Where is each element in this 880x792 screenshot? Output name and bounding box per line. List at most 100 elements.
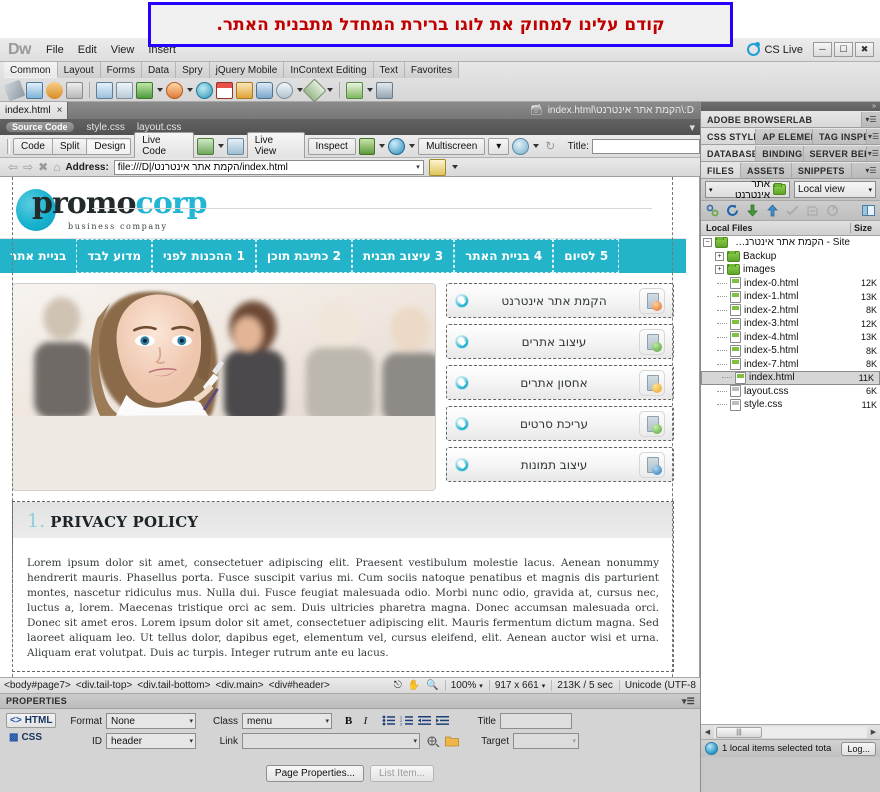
address-input[interactable]: file:///D|/הקמת אתר אינטרנט/index.html ▾: [113, 159, 424, 175]
service-item-1[interactable]: עיצוב אתרים: [446, 324, 674, 359]
images-icon[interactable]: [136, 81, 153, 99]
insert-tab-data[interactable]: Data: [141, 62, 177, 78]
files-horizontal-scrollbar[interactable]: ◀ ||| ▶: [701, 724, 880, 739]
inspect-mode-icon[interactable]: [227, 137, 244, 155]
live-code-button[interactable]: Live Code: [134, 132, 195, 160]
insert-tab-favorites[interactable]: Favorites: [404, 62, 459, 78]
tag-body[interactable]: <body#page7>: [4, 680, 71, 691]
email-link-icon[interactable]: [26, 81, 43, 99]
server-side-include-icon[interactable]: [236, 81, 253, 99]
properties-panel-menu-icon[interactable]: ▾☰: [682, 696, 700, 707]
insert-tab-jquery-mobile[interactable]: jQuery Mobile: [209, 62, 285, 78]
page-properties-button[interactable]: Page Properties...: [265, 765, 364, 782]
nav-item-6[interactable]: 5 לסיום: [553, 239, 620, 273]
split-view-button[interactable]: Split: [52, 138, 88, 154]
hscroll-left-arrow[interactable]: ◀: [701, 728, 714, 736]
point-to-file-icon[interactable]: [427, 735, 441, 748]
widget-icon[interactable]: [196, 81, 213, 99]
hscroll-thumb[interactable]: |||: [716, 726, 762, 738]
related-file-style-css[interactable]: style.css: [87, 122, 125, 133]
table-row[interactable]: index-7.html 8K: [701, 358, 880, 372]
stop-icon[interactable]: ✖: [38, 160, 48, 174]
comment-icon[interactable]: [256, 81, 273, 99]
table-row[interactable]: index-5.html 8K: [701, 344, 880, 358]
file-management-icon[interactable]: [358, 137, 376, 155]
expand-twisty-icon[interactable]: +: [715, 251, 724, 261]
table-row[interactable]: index-2.html 8K: [701, 304, 880, 318]
server-debug-icon[interactable]: [428, 158, 446, 176]
multiscreen-button[interactable]: Multiscreen: [418, 137, 486, 155]
tab-server-behaviors[interactable]: SERVER BEHA: [803, 146, 867, 161]
tag-chooser-icon[interactable]: [376, 81, 393, 99]
tag-div-main[interactable]: <div.main>: [215, 680, 263, 691]
server-debug-arrow[interactable]: [451, 165, 458, 169]
link-select[interactable]: ▾: [242, 733, 420, 749]
expand-twisty-icon[interactable]: +: [715, 265, 724, 275]
date-icon[interactable]: [216, 81, 233, 99]
bold-button[interactable]: B: [342, 715, 355, 727]
close-icon[interactable]: ×: [57, 105, 63, 116]
live-view-play-icon[interactable]: [197, 137, 215, 155]
home-icon[interactable]: ⌂: [53, 160, 60, 174]
live-view-button[interactable]: Live View: [246, 132, 305, 160]
menu-edit[interactable]: Edit: [71, 41, 104, 59]
tab-files[interactable]: FILES: [701, 163, 742, 178]
files-list[interactable]: − Site - הקמת אתר אינטרנט ... + Backup +: [701, 236, 880, 724]
css-properties-button[interactable]: ▩ CSS: [6, 731, 56, 744]
table-icon[interactable]: [96, 81, 113, 99]
hyperlink-icon[interactable]: [3, 79, 26, 101]
design-view-canvas[interactable]: promocorp business company בניית אתר מדו…: [0, 177, 700, 677]
tag-div-tail-top[interactable]: <div.tail-top>: [76, 680, 133, 691]
service-item-3[interactable]: עריכת סרטים: [446, 406, 674, 441]
page-title-input[interactable]: [591, 138, 700, 154]
id-select[interactable]: header ▾: [106, 733, 196, 749]
table-row[interactable]: index-3.html 12K: [701, 317, 880, 331]
nav-item-4[interactable]: 3 עיצוב תבנית: [351, 239, 455, 273]
window-size-selector[interactable]: 917 x 661 ▾: [488, 680, 545, 691]
source-code-chip[interactable]: Source Code: [5, 121, 75, 133]
column-local-files[interactable]: Local Files: [701, 223, 850, 233]
expand-panel-icon[interactable]: [862, 204, 875, 217]
tab-databases[interactable]: DATABASES: [701, 146, 757, 161]
collapse-twisty-icon[interactable]: −: [703, 238, 712, 248]
inspect-button[interactable]: Inspect: [307, 137, 356, 155]
visual-aids-arrow[interactable]: [532, 144, 539, 148]
service-item-4[interactable]: עיצוב תמונות: [446, 447, 674, 482]
images-dropdown-arrow[interactable]: [157, 88, 163, 92]
address-dropdown-arrow[interactable]: ▾: [416, 163, 420, 171]
select-tool-icon[interactable]: ⎋: [394, 680, 402, 691]
file-management-arrow[interactable]: [379, 144, 386, 148]
multiscreen-dropdown-button[interactable]: ▾: [488, 137, 510, 155]
nav-item-1[interactable]: מדוע לבד: [76, 239, 153, 273]
live-view-options-arrow[interactable]: [218, 144, 225, 148]
table-row[interactable]: style.css 11K: [701, 398, 880, 412]
check-in-icon[interactable]: [806, 204, 819, 217]
css-panel-menu-icon[interactable]: ▾☰: [867, 129, 880, 144]
browse-folder-icon[interactable]: [445, 735, 459, 748]
preview-in-browser-icon[interactable]: [388, 137, 406, 155]
format-select[interactable]: None ▾: [106, 713, 196, 729]
zoom-level-selector[interactable]: 100% ▾: [444, 680, 483, 691]
minimize-button[interactable]: ─: [813, 42, 832, 57]
table-row[interactable]: index-4.html 13K: [701, 331, 880, 345]
preview-browser-arrow[interactable]: [409, 144, 416, 148]
back-arrow-icon[interactable]: ⇦: [8, 160, 18, 174]
close-button[interactable]: ✖: [855, 42, 874, 57]
service-item-0[interactable]: הקמת אתר אינטרנט: [446, 283, 674, 318]
dock-collapse-bar[interactable]: »: [701, 102, 880, 111]
get-files-icon[interactable]: [746, 204, 759, 217]
tab-adobe-browserlab[interactable]: ADOBE BROWSERLAB: [701, 112, 862, 127]
unordered-list-icon[interactable]: [382, 715, 396, 728]
templates-dropdown-arrow[interactable]: [367, 88, 373, 92]
table-row[interactable]: index-0.html 12K: [701, 277, 880, 291]
refresh-icon[interactable]: [726, 204, 739, 217]
service-item-2[interactable]: אחסון אתרים: [446, 365, 674, 400]
templates-icon[interactable]: [346, 81, 363, 99]
insert-tab-spry[interactable]: Spry: [176, 62, 210, 78]
horizontal-rule-icon[interactable]: [66, 81, 83, 99]
table-row[interactable]: + Backup: [701, 250, 880, 264]
document-tab-index-html[interactable]: index.html ×: [0, 102, 69, 119]
insert-tab-forms[interactable]: Forms: [100, 62, 142, 78]
hero-image[interactable]: [12, 283, 436, 491]
hand-tool-icon[interactable]: ✋: [408, 680, 420, 691]
